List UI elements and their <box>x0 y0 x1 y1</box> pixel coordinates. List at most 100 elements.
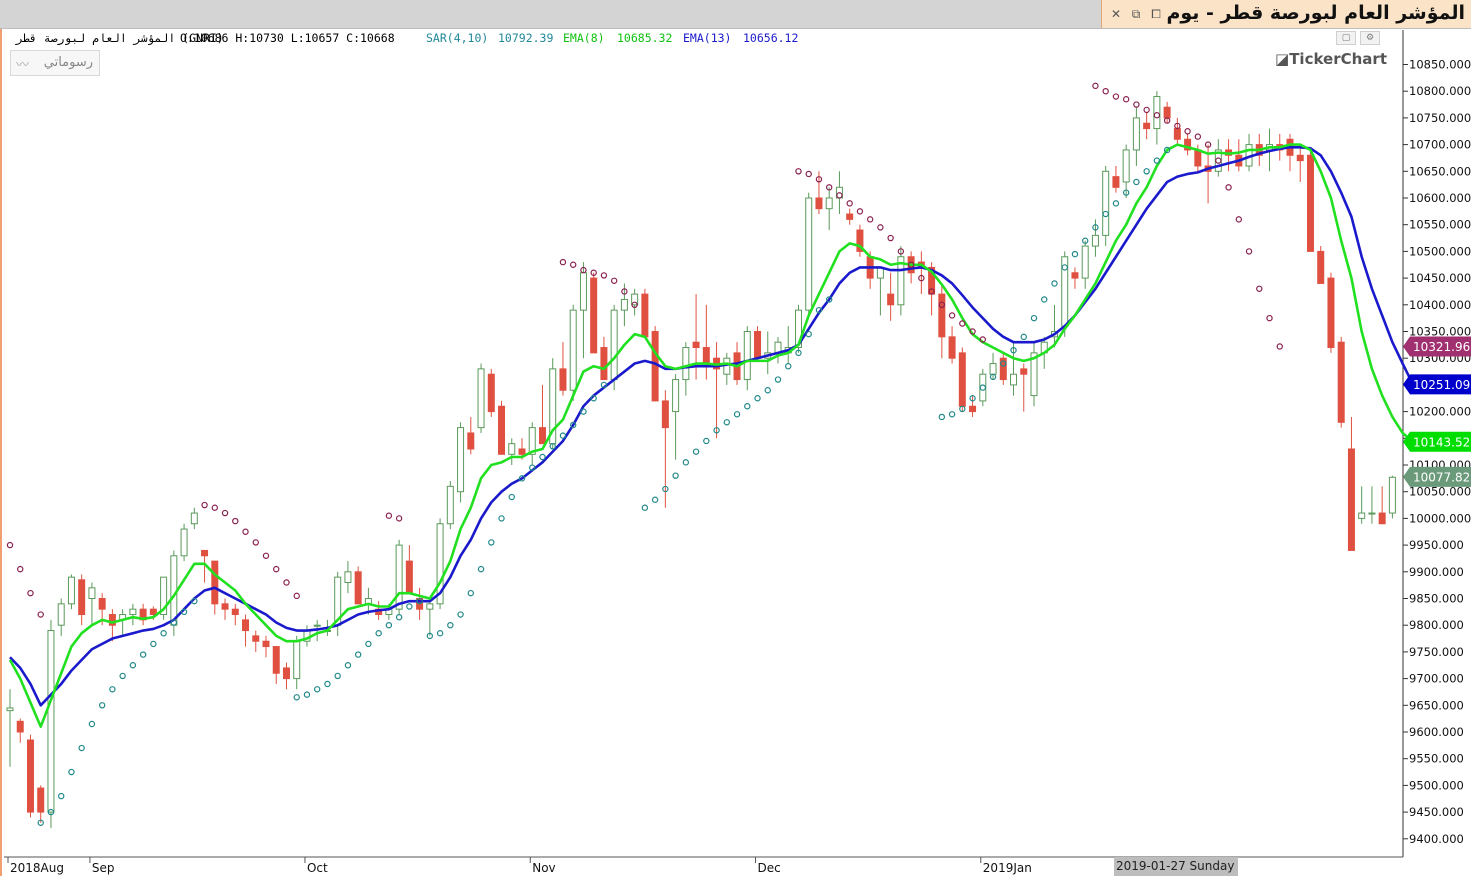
price-axis-label: 10000.000 <box>1409 511 1471 525</box>
sar-dot <box>385 512 393 519</box>
price-tag-label: 10143.52 <box>1413 435 1470 449</box>
candle-body <box>1163 106 1171 119</box>
sar-dot <box>58 792 65 800</box>
sar-dot <box>1092 82 1099 90</box>
price-axis-label: 10600.000 <box>1409 191 1471 205</box>
sar-dot <box>477 565 485 573</box>
sar-dot <box>160 630 167 637</box>
price-axis-label: 10850.000 <box>1409 58 1471 72</box>
sar-dot <box>610 277 618 284</box>
candle-body <box>26 739 34 813</box>
sar-dot <box>1071 250 1079 258</box>
ema13-value: 10656.12 <box>743 31 799 45</box>
sar-dot <box>1133 178 1140 186</box>
price-axis-label: 9450.000 <box>1409 805 1464 819</box>
candle-body <box>467 432 475 450</box>
candle-body <box>1122 149 1130 183</box>
sar-dot <box>682 459 690 466</box>
sar-dot <box>1143 168 1150 175</box>
candle-body <box>1071 272 1079 279</box>
candle-body <box>641 293 649 338</box>
price-chart[interactable]: 10850.000 10800.000 10750.000 10700.000 1065… <box>0 0 1471 876</box>
sar-dot <box>6 541 14 549</box>
chart-type-button[interactable]: 〰 رسوماتي <box>10 50 100 76</box>
candle-body <box>1010 373 1018 386</box>
sar-dot <box>1143 106 1150 114</box>
price-axis-label: 9900.000 <box>1409 565 1464 579</box>
sar-dot <box>273 565 280 573</box>
sar-dot <box>17 565 24 573</box>
candle-body <box>590 277 598 354</box>
ema13-line <box>9 145 1415 707</box>
candle-body <box>672 379 680 413</box>
candle-body <box>344 571 352 583</box>
price-axis-label: 9850.000 <box>1409 592 1464 606</box>
sar-dot <box>948 411 956 418</box>
chart-window: ✕ ⧉ ⧠ المؤشر العام لبورصة قطر - يوم 1085… <box>0 0 1471 876</box>
candle-body <box>457 427 465 493</box>
candle-body <box>1143 122 1151 130</box>
ema8-label: EMA(8) <box>563 31 605 45</box>
sar-dot <box>98 702 106 709</box>
sar-dot <box>774 376 782 383</box>
sar-dot <box>324 680 331 688</box>
candle-body <box>538 427 546 445</box>
sar-dot <box>78 744 85 752</box>
candle-body <box>313 624 321 627</box>
candle-body <box>805 197 813 311</box>
sar-dot <box>1030 314 1038 322</box>
candle-body <box>948 336 956 359</box>
price-tag: 10077.82 <box>1403 466 1471 487</box>
candle-body <box>149 608 157 616</box>
sar-dot <box>887 234 894 242</box>
sar-dot <box>559 432 567 439</box>
candle-body <box>682 347 690 381</box>
candle-body <box>293 640 301 680</box>
sar-dot <box>109 686 116 693</box>
candle-body <box>1358 512 1366 519</box>
sar-dot <box>938 413 946 421</box>
candle-body <box>518 448 526 455</box>
tickerchart-logo: ◪TickerChart <box>1275 50 1387 68</box>
candle-body <box>600 347 608 381</box>
candle-body <box>221 603 229 610</box>
candle-body <box>1327 277 1335 349</box>
ema8-value: 10685.32 <box>617 31 673 45</box>
time-axis-label: 2018Aug <box>10 861 64 875</box>
time-axis-label: Nov <box>532 861 555 875</box>
sar-dot <box>1235 216 1243 223</box>
candle-body <box>825 197 833 210</box>
candle-body <box>242 619 250 632</box>
candle-body <box>272 646 280 674</box>
sar-dot <box>37 611 44 618</box>
candle-body <box>6 707 14 712</box>
sar-dot <box>866 216 874 223</box>
sar-dot <box>1112 93 1120 100</box>
time-axis-label: Oct <box>307 861 328 875</box>
candle-body <box>887 293 895 306</box>
sar-dot <box>856 208 864 215</box>
sar-dot <box>395 613 403 621</box>
sar-dot <box>354 651 362 658</box>
candle-body <box>16 720 24 733</box>
candle-body <box>1132 117 1140 151</box>
price-tag-label: 10077.82 <box>1413 470 1470 484</box>
ohlc-readout: O:10686 H:10730 L:10657 C:10668 <box>180 31 395 45</box>
candle-body <box>620 298 628 311</box>
price-axis-label: 9700.000 <box>1409 672 1464 686</box>
sar-dot <box>805 330 812 338</box>
sar-dot <box>488 539 495 546</box>
price-tag: 10251.09 <box>1403 374 1471 395</box>
sar-dot <box>1102 87 1109 95</box>
panel-maximize-icon[interactable]: ▢ <box>1336 31 1356 45</box>
sar-dot <box>283 579 290 586</box>
sar-dot <box>467 589 474 597</box>
price-axis-label: 9600.000 <box>1409 725 1464 739</box>
sar-dot <box>846 200 853 207</box>
panel-settings-icon[interactable]: ⚙ <box>1360 31 1380 45</box>
sar-dot <box>744 403 751 410</box>
candle-body <box>559 368 567 391</box>
candle-body <box>1112 176 1120 188</box>
sar-dot <box>119 672 126 680</box>
sar-dot <box>293 592 300 600</box>
